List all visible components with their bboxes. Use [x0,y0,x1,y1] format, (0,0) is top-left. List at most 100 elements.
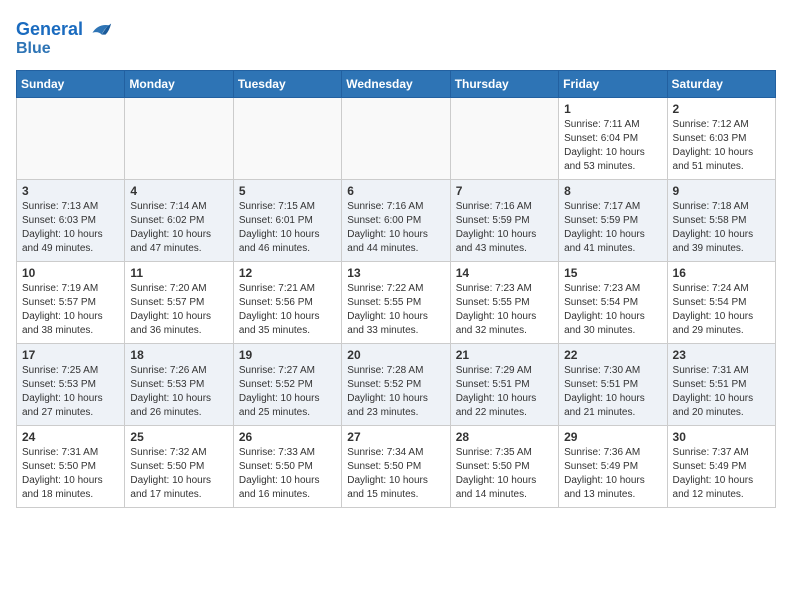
day-info: Sunrise: 7:20 AM Sunset: 5:57 PM Dayligh… [130,282,227,338]
page-header: General Blue [16,16,776,58]
weekday-header: Monday [125,70,233,97]
day-number: 6 [347,184,444,198]
calendar-cell: 26 Sunrise: 7:33 AM Sunset: 5:50 PM Dayli… [233,425,341,507]
calendar-cell: 2 Sunrise: 7:12 AM Sunset: 6:03 PM Daylig… [667,97,775,179]
calendar-cell: 15 Sunrise: 7:23 AM Sunset: 5:54 PM Dayli… [559,261,667,343]
day-number: 3 [22,184,119,198]
logo-bird-icon [85,16,113,44]
day-number: 14 [456,266,553,280]
day-number: 20 [347,348,444,362]
day-info: Sunrise: 7:23 AM Sunset: 5:55 PM Dayligh… [456,282,553,338]
day-info: Sunrise: 7:27 AM Sunset: 5:52 PM Dayligh… [239,364,336,420]
day-number: 29 [564,430,661,444]
calendar-cell: 12 Sunrise: 7:21 AM Sunset: 5:56 PM Dayli… [233,261,341,343]
day-number: 28 [456,430,553,444]
calendar-cell: 14 Sunrise: 7:23 AM Sunset: 5:55 PM Dayli… [450,261,558,343]
weekday-header: Sunday [17,70,125,97]
day-number: 21 [456,348,553,362]
day-info: Sunrise: 7:24 AM Sunset: 5:54 PM Dayligh… [673,282,770,338]
day-info: Sunrise: 7:26 AM Sunset: 5:53 PM Dayligh… [130,364,227,420]
day-number: 12 [239,266,336,280]
day-info: Sunrise: 7:21 AM Sunset: 5:56 PM Dayligh… [239,282,336,338]
calendar-cell: 20 Sunrise: 7:28 AM Sunset: 5:52 PM Dayli… [342,343,450,425]
day-number: 4 [130,184,227,198]
calendar-cell: 29 Sunrise: 7:36 AM Sunset: 5:49 PM Dayli… [559,425,667,507]
day-info: Sunrise: 7:17 AM Sunset: 5:59 PM Dayligh… [564,200,661,256]
day-info: Sunrise: 7:35 AM Sunset: 5:50 PM Dayligh… [456,446,553,502]
calendar-cell: 6 Sunrise: 7:16 AM Sunset: 6:00 PM Daylig… [342,179,450,261]
day-number: 10 [22,266,119,280]
day-number: 13 [347,266,444,280]
day-number: 23 [673,348,770,362]
calendar-cell: 18 Sunrise: 7:26 AM Sunset: 5:53 PM Dayli… [125,343,233,425]
calendar-cell: 28 Sunrise: 7:35 AM Sunset: 5:50 PM Dayli… [450,425,558,507]
day-number: 15 [564,266,661,280]
weekday-header: Saturday [667,70,775,97]
weekday-header: Wednesday [342,70,450,97]
calendar-cell: 17 Sunrise: 7:25 AM Sunset: 5:53 PM Dayli… [17,343,125,425]
calendar-cell: 24Sunrise: 7:31 AM Sunset: 5:50 PM Dayli… [17,425,125,507]
day-number: 16 [673,266,770,280]
day-info: Sunrise: 7:36 AM Sunset: 5:49 PM Dayligh… [564,446,661,502]
calendar-cell: 5 Sunrise: 7:15 AM Sunset: 6:01 PM Daylig… [233,179,341,261]
day-info: Sunrise: 7:14 AM Sunset: 6:02 PM Dayligh… [130,200,227,256]
day-number: 11 [130,266,227,280]
day-number: 30 [673,430,770,444]
day-info: Sunrise: 7:31 AM Sunset: 5:51 PM Dayligh… [673,364,770,420]
calendar-cell: 19 Sunrise: 7:27 AM Sunset: 5:52 PM Dayli… [233,343,341,425]
weekday-header: Thursday [450,70,558,97]
day-number: 8 [564,184,661,198]
day-number: 2 [673,102,770,116]
day-number: 9 [673,184,770,198]
day-number: 26 [239,430,336,444]
day-info: Sunrise: 7:30 AM Sunset: 5:51 PM Dayligh… [564,364,661,420]
day-info: Sunrise: 7:19 AM Sunset: 5:57 PM Dayligh… [22,282,119,338]
day-info: Sunrise: 7:16 AM Sunset: 5:59 PM Dayligh… [456,200,553,256]
calendar-cell: 11 Sunrise: 7:20 AM Sunset: 5:57 PM Dayli… [125,261,233,343]
calendar-cell: 30 Sunrise: 7:37 AM Sunset: 5:49 PM Dayli… [667,425,775,507]
day-info: Sunrise: 7:22 AM Sunset: 5:55 PM Dayligh… [347,282,444,338]
day-number: 5 [239,184,336,198]
day-number: 25 [130,430,227,444]
calendar-cell: 22Sunrise: 7:30 AM Sunset: 5:51 PM Dayli… [559,343,667,425]
calendar-cell: 25 Sunrise: 7:32 AM Sunset: 5:50 PM Dayli… [125,425,233,507]
day-info: Sunrise: 7:28 AM Sunset: 5:52 PM Dayligh… [347,364,444,420]
day-info: Sunrise: 7:37 AM Sunset: 5:49 PM Dayligh… [673,446,770,502]
calendar-cell: 4 Sunrise: 7:14 AM Sunset: 6:02 PM Daylig… [125,179,233,261]
day-info: Sunrise: 7:25 AM Sunset: 5:53 PM Dayligh… [22,364,119,420]
day-info: Sunrise: 7:11 AM Sunset: 6:04 PM Dayligh… [564,118,661,174]
calendar-cell [342,97,450,179]
day-info: Sunrise: 7:34 AM Sunset: 5:50 PM Dayligh… [347,446,444,502]
logo-text: General [16,20,83,40]
day-info: Sunrise: 7:16 AM Sunset: 6:00 PM Dayligh… [347,200,444,256]
day-info: Sunrise: 7:15 AM Sunset: 6:01 PM Dayligh… [239,200,336,256]
weekday-header: Friday [559,70,667,97]
calendar-cell: 16 Sunrise: 7:24 AM Sunset: 5:54 PM Dayli… [667,261,775,343]
day-info: Sunrise: 7:29 AM Sunset: 5:51 PM Dayligh… [456,364,553,420]
calendar-table: SundayMondayTuesdayWednesdayThursdayFrid… [16,70,776,508]
day-number: 1 [564,102,661,116]
calendar-cell [233,97,341,179]
calendar-cell: 3Sunrise: 7:13 AM Sunset: 6:03 PM Daylig… [17,179,125,261]
day-info: Sunrise: 7:18 AM Sunset: 5:58 PM Dayligh… [673,200,770,256]
calendar-cell: 1 Sunrise: 7:11 AM Sunset: 6:04 PM Daylig… [559,97,667,179]
day-number: 19 [239,348,336,362]
logo: General Blue [16,16,113,58]
calendar-cell: 27 Sunrise: 7:34 AM Sunset: 5:50 PM Dayli… [342,425,450,507]
day-info: Sunrise: 7:23 AM Sunset: 5:54 PM Dayligh… [564,282,661,338]
calendar-cell: 7 Sunrise: 7:16 AM Sunset: 5:59 PM Daylig… [450,179,558,261]
calendar-cell: 13 Sunrise: 7:22 AM Sunset: 5:55 PM Dayli… [342,261,450,343]
day-number: 7 [456,184,553,198]
day-info: Sunrise: 7:33 AM Sunset: 5:50 PM Dayligh… [239,446,336,502]
logo-blue-text: Blue [16,40,51,58]
day-info: Sunrise: 7:32 AM Sunset: 5:50 PM Dayligh… [130,446,227,502]
day-info: Sunrise: 7:31 AM Sunset: 5:50 PM Dayligh… [22,446,119,502]
calendar-cell: 8 Sunrise: 7:17 AM Sunset: 5:59 PM Daylig… [559,179,667,261]
calendar-cell [17,97,125,179]
calendar-cell: 23 Sunrise: 7:31 AM Sunset: 5:51 PM Dayli… [667,343,775,425]
calendar-cell: 10 Sunrise: 7:19 AM Sunset: 5:57 PM Dayli… [17,261,125,343]
day-number: 17 [22,348,119,362]
day-info: Sunrise: 7:12 AM Sunset: 6:03 PM Dayligh… [673,118,770,174]
day-number: 27 [347,430,444,444]
day-number: 18 [130,348,227,362]
